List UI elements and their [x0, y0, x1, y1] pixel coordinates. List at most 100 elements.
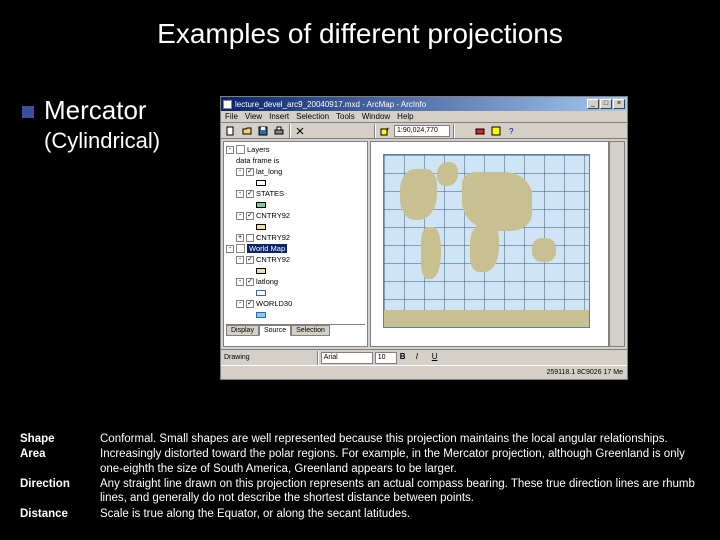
cut-icon[interactable] [293, 124, 307, 138]
toc-tab-selection[interactable]: Selection [291, 325, 330, 336]
scale-input[interactable]: 1:90,024,770 [394, 125, 450, 137]
menu-view[interactable]: View [245, 112, 262, 121]
toc-item-states[interactable]: - ✓ STATES [226, 188, 365, 199]
new-icon[interactable] [224, 124, 238, 138]
menu-insert[interactable]: Insert [269, 112, 289, 121]
menu-window[interactable]: Window [362, 112, 390, 121]
paste-icon[interactable] [325, 124, 339, 138]
checkbox-icon[interactable]: ✓ [246, 300, 254, 308]
status-bar: 259118.1 8C9026 17 Me [221, 365, 627, 379]
checkbox-icon[interactable]: ✓ [246, 256, 254, 264]
editor-icon[interactable] [457, 124, 471, 138]
toc-item-latlong2[interactable]: - ✓ latlong [226, 276, 365, 287]
checkbox-icon[interactable]: ✓ [246, 190, 254, 198]
prop-row-direction: Direction Any straight line drawn on thi… [20, 477, 700, 506]
prop-label: Distance [20, 507, 100, 521]
prop-text: Any straight line drawn on this projecti… [100, 477, 700, 506]
checkbox-icon[interactable] [246, 234, 254, 242]
collapse-icon[interactable]: - [226, 146, 234, 154]
pointer-icon[interactable] [252, 351, 266, 365]
toc-label: Layers [247, 145, 270, 154]
toc-label: WORLD30 [256, 299, 292, 308]
catalog-icon[interactable] [489, 124, 503, 138]
collapse-icon[interactable]: - [226, 245, 234, 253]
toc-label: latlong [256, 277, 278, 286]
line-color-icon[interactable] [479, 351, 493, 365]
toc-item-cntry92b[interactable]: + CNTRY92 [226, 232, 365, 243]
minimize-button[interactable]: _ [587, 99, 599, 109]
checkbox-icon[interactable]: ✓ [246, 278, 254, 286]
collapse-icon[interactable]: - [236, 190, 244, 198]
find-icon[interactable] [611, 208, 623, 220]
main-toolbar: + 1:90,024,770 ? [221, 123, 627, 139]
app-icon [223, 100, 232, 109]
fill-color-icon[interactable] [463, 351, 477, 365]
rect-icon[interactable] [284, 351, 298, 365]
full-extent-icon[interactable] [611, 182, 623, 194]
italic-icon[interactable]: I [415, 351, 429, 365]
save-icon[interactable] [256, 124, 270, 138]
toc-item-latlong[interactable]: - ✓ lat_long [226, 166, 365, 177]
toc-label: STATES [256, 189, 284, 198]
zoom-out-icon[interactable] [611, 156, 623, 168]
arcmap-window: lecture_devel_arc9_20040917.mxd - ArcMap… [220, 96, 628, 380]
toc-symbol [226, 287, 365, 298]
zoom-in-icon[interactable] [611, 143, 623, 155]
help-icon[interactable]: ? [505, 124, 519, 138]
redo-icon[interactable] [357, 124, 371, 138]
toolbar-separator [374, 124, 375, 138]
toc-item-cntry92a[interactable]: - ✓ CNTRY92 [226, 210, 365, 221]
collapse-icon[interactable]: - [236, 256, 244, 264]
slide-title: Examples of different projections [0, 0, 720, 56]
expand-icon[interactable]: + [236, 234, 244, 242]
maximize-button[interactable]: □ [600, 99, 612, 109]
collapse-icon[interactable]: - [236, 278, 244, 286]
font-size-select[interactable]: 10 [375, 352, 397, 364]
prop-label: Shape [20, 432, 100, 446]
collapse-icon[interactable]: - [236, 168, 244, 176]
table-of-contents: - Layers data frame is - ✓ lat_long - ✓ … [223, 141, 368, 347]
rotate-icon[interactable] [268, 351, 282, 365]
prop-label: Area [20, 447, 100, 476]
app-body: - Layers data frame is - ✓ lat_long - ✓ … [221, 139, 627, 349]
checkbox-icon[interactable]: ✓ [246, 212, 254, 220]
properties-table: Shape Conformal. Small shapes are well r… [20, 432, 700, 522]
add-data-icon[interactable]: + [378, 124, 392, 138]
toc-item-world30[interactable]: - ✓ WORLD30 [226, 298, 365, 309]
toolbar-separator [453, 124, 454, 138]
pan-icon[interactable] [611, 169, 623, 181]
toc-tab-display[interactable]: Display [226, 325, 259, 336]
toc-label: World Map [247, 244, 287, 253]
underline-icon[interactable]: U [431, 351, 445, 365]
copy-icon[interactable] [309, 124, 323, 138]
undo-icon[interactable] [341, 124, 355, 138]
toc-group-worldmap[interactable]: - World Map [226, 243, 365, 254]
prop-text: Scale is true along the Equator, or alon… [100, 507, 700, 521]
collapse-icon[interactable]: - [236, 300, 244, 308]
text-icon[interactable] [300, 351, 314, 365]
print-icon[interactable] [272, 124, 286, 138]
status-coords: 259118.1 8C9026 17 Me [546, 369, 623, 376]
toolbox-icon[interactable] [473, 124, 487, 138]
collapse-icon[interactable]: - [236, 212, 244, 220]
menu-help[interactable]: Help [397, 112, 413, 121]
map-canvas[interactable] [370, 141, 609, 347]
font-color-icon[interactable] [447, 351, 461, 365]
toc-symbol [226, 177, 365, 188]
measure-icon[interactable] [611, 221, 623, 233]
identify-icon[interactable] [611, 195, 623, 207]
bold-icon[interactable]: B [399, 351, 413, 365]
toc-tab-source[interactable]: Source [259, 325, 291, 336]
font-select[interactable]: Arial [321, 352, 373, 364]
toc-item-cntry92c[interactable]: - ✓ CNTRY92 [226, 254, 365, 265]
left-column: Mercator (Cylindrical) [0, 96, 220, 380]
toolbar-separator [317, 351, 318, 365]
close-button[interactable]: × [613, 99, 625, 109]
checkbox-icon[interactable]: ✓ [246, 168, 254, 176]
prop-row-area: Area Increasingly distorted toward the p… [20, 447, 700, 476]
toc-group-layers[interactable]: - Layers [226, 144, 365, 155]
menu-selection[interactable]: Selection [296, 112, 329, 121]
menu-tools[interactable]: Tools [336, 112, 355, 121]
menu-file[interactable]: File [225, 112, 238, 121]
open-icon[interactable] [240, 124, 254, 138]
